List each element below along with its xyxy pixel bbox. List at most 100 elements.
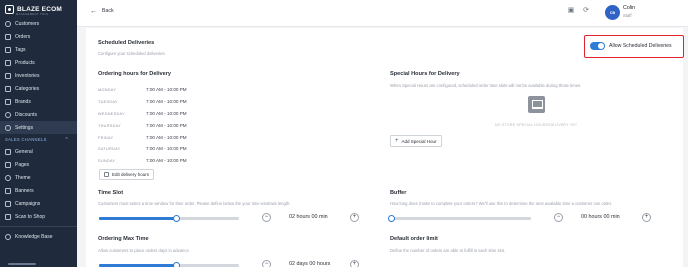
sidebar-item-general[interactable]: General: [0, 145, 77, 158]
store-icon: [5, 148, 11, 155]
day-hours: 7:00 AM - 10:00 PM: [146, 99, 187, 104]
sidebar-item-categories[interactable]: Categories: [0, 82, 77, 95]
sidebar-item-settings[interactable]: Settings: [0, 121, 77, 134]
gear-icon: [5, 124, 11, 131]
box-icon: [5, 59, 11, 66]
time-slot-title: Time Slot: [98, 190, 124, 196]
ordering-max-time-increment-button[interactable]: +: [350, 260, 359, 267]
section-title: Scheduled Deliveries: [98, 40, 155, 46]
time-slot-slider-handle[interactable]: [173, 215, 180, 222]
day-hours: 7:00 AM - 10:00 PM: [146, 87, 187, 92]
day-label: THURSDAY: [98, 124, 122, 128]
buffer-title: Buffer: [390, 190, 407, 196]
sidebar-item-products[interactable]: Products: [0, 56, 77, 69]
chevron-up-icon: ⌃: [64, 136, 69, 143]
default-order-limit-title: Default order limit: [390, 236, 438, 242]
sidebar: BLAZE ECOM MANAGEMENT TOOL Customers Ord…: [0, 0, 77, 267]
avatar[interactable]: CB: [605, 5, 620, 20]
edit-icon: [104, 172, 109, 177]
add-special-hour-button[interactable]: + Add Special Hour: [390, 135, 442, 147]
arrow-left-icon: ←: [90, 7, 97, 15]
image-icon: [5, 187, 11, 194]
sidebar-scrollbar[interactable]: [8, 263, 36, 265]
page-icon: [5, 161, 11, 168]
time-slot-increment-button[interactable]: +: [350, 213, 359, 222]
sidebar-item-inventories[interactable]: Inventories: [0, 69, 77, 82]
time-slot-value: 02 hours 00 min: [289, 214, 328, 220]
sidebar-item-campaigns[interactable]: Campaigns: [0, 197, 77, 210]
ordering-max-time-description: Allow customers to place orders days in …: [98, 248, 190, 253]
time-slot-description: Customers must select a time window for …: [98, 201, 291, 206]
sidebar-item-customers[interactable]: Customers: [0, 17, 77, 30]
day-hours: 7:00 AM - 10:00 PM: [146, 135, 187, 140]
top-bar: ← Back ▣ ⟳ CB Colin Staff: [77, 0, 688, 27]
sidebar-item-banners[interactable]: Banners: [0, 184, 77, 197]
special-hours-empty-text: NO STORE SPECIAL HOURS/DELIVERY YET: [495, 123, 578, 127]
day-label: MONDAY: [98, 88, 117, 92]
main-content: ← Back ▣ ⟳ CB Colin Staff Scheduled Deli…: [77, 0, 688, 267]
buffer-slider-handle[interactable]: [388, 215, 395, 222]
buffer-slider-track[interactable]: [391, 217, 531, 220]
buffer-description: How long does it take to complete your o…: [390, 201, 613, 206]
cart-icon: [5, 33, 11, 40]
sales-channels-header[interactable]: SALES CHANNELS ⌃: [0, 134, 77, 145]
ordering-max-time-value: 02 days 00 hours: [289, 261, 331, 267]
default-order-limit-description: Define the number of orders are able to …: [390, 248, 506, 253]
day-hours: 7:00 AM - 10:00 PM: [146, 146, 187, 151]
main-nav: Customers Orders Tags Products Inventori…: [0, 17, 77, 243]
gift-icon[interactable]: ▣: [567, 7, 575, 15]
palette-icon: [5, 174, 11, 181]
grid-icon: [5, 85, 11, 92]
sidebar-item-knowledge-base[interactable]: Knowledge Base: [0, 230, 77, 243]
ordering-max-time-slider-handle[interactable]: [173, 262, 180, 267]
day-hours: 7:00 AM - 10:00 PM: [146, 123, 187, 128]
brand-tagline: MANAGEMENT TOOL: [16, 13, 49, 16]
buffer-decrement-button[interactable]: −: [554, 213, 563, 222]
user-role: Staff: [623, 13, 632, 18]
brand-name: BLAZE ECOM: [17, 5, 62, 13]
tag-icon: [5, 46, 11, 53]
sidebar-item-pages[interactable]: Pages: [0, 158, 77, 171]
ordering-max-time-title: Ordering Max Time: [98, 236, 149, 242]
refresh-icon[interactable]: ⟳: [582, 7, 590, 15]
blaze-logo-icon: [5, 4, 14, 14]
buffer-increment-button[interactable]: +: [642, 213, 651, 222]
toggle-switch[interactable]: [590, 42, 605, 50]
day-label: SUNDAY: [98, 159, 116, 163]
user-name: Colin: [623, 5, 636, 11]
buffer-value: 00 hours 00 min: [581, 214, 620, 220]
section-subtitle: Configure your scheduled deliveries.: [98, 51, 166, 56]
day-hours: 7:00 AM - 10:00 PM: [146, 111, 187, 116]
sidebar-divider: [0, 226, 77, 227]
clipboard-icon: [5, 72, 11, 79]
help-icon: [5, 233, 11, 240]
sidebar-item-scan-to-shop[interactable]: Scan to Shop: [0, 210, 77, 223]
time-slot-slider-fill: [99, 217, 176, 220]
day-label: WEDNESDAY: [98, 112, 125, 116]
edit-delivery-hours-button[interactable]: Edit delivery hours: [99, 169, 155, 180]
sidebar-item-orders[interactable]: Orders: [0, 30, 77, 43]
sidebar-item-brands[interactable]: Brands: [0, 95, 77, 108]
day-hours: 7:00 AM - 10:00 PM: [146, 158, 187, 163]
sidebar-item-discounts[interactable]: Discounts: [0, 108, 77, 121]
ordering-max-time-decrement-button[interactable]: −: [262, 260, 271, 267]
qr-icon: [5, 213, 11, 220]
brand-icon: [5, 98, 11, 105]
sidebar-item-tags[interactable]: Tags: [0, 43, 77, 56]
special-hours-title: Special Hours for Delivery: [390, 71, 460, 77]
percent-icon: [5, 111, 11, 118]
day-label: FRIDAY: [98, 136, 114, 140]
time-slot-slider-track[interactable]: [99, 217, 239, 220]
ordering-max-time-slider-track[interactable]: [99, 264, 239, 267]
time-slot-decrement-button[interactable]: −: [262, 213, 271, 222]
day-label: TUESDAY: [98, 100, 118, 104]
plus-icon: +: [395, 137, 399, 144]
day-label: SATURDAY: [98, 147, 121, 151]
allow-scheduled-deliveries-toggle[interactable]: Allow Scheduled Deliveries: [584, 35, 684, 58]
sidebar-item-theme[interactable]: Theme: [0, 171, 77, 184]
back-button[interactable]: ← Back: [90, 7, 114, 15]
scheduled-deliveries-card: Scheduled Deliveries Configure your sche…: [86, 28, 684, 267]
toggle-label: Allow Scheduled Deliveries: [609, 43, 672, 49]
users-icon: [5, 20, 11, 27]
special-hours-description: When Special Hours are configured, sched…: [390, 83, 582, 88]
